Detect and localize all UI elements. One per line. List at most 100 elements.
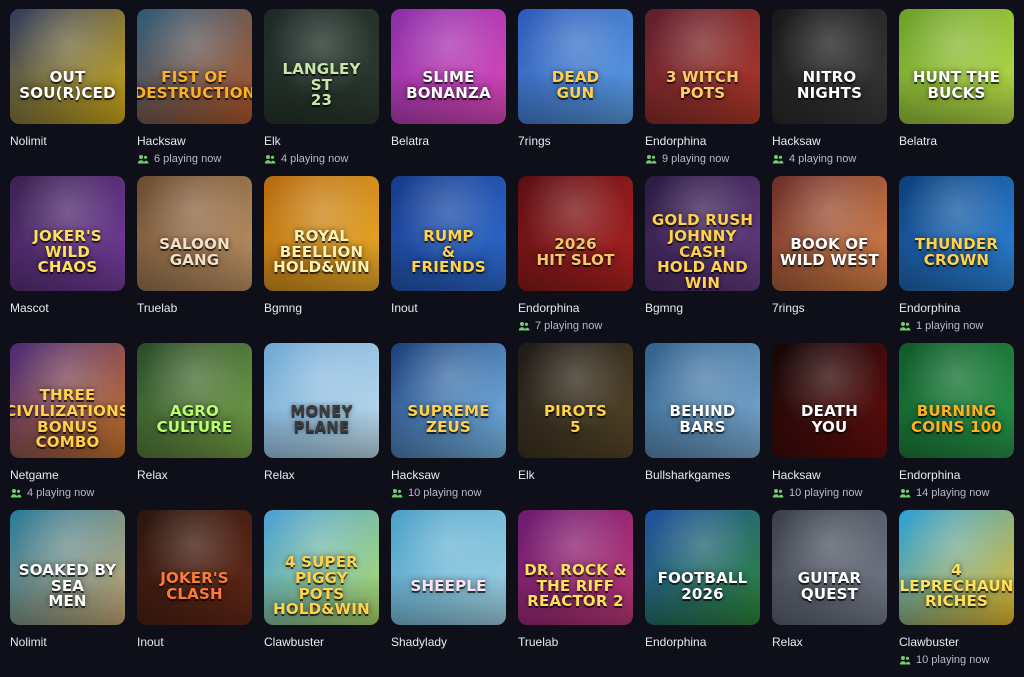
game-thumbnail[interactable]: DEAD GUN: [518, 9, 633, 124]
game-card[interactable]: MONEY PLANE Relax: [264, 343, 379, 510]
game-card[interactable]: 2026 HIT SLOT Endorphina 7 playing now: [518, 176, 633, 343]
game-thumbnail[interactable]: SOAKED BY SEA MEN: [10, 510, 125, 625]
provider-name: Endorphina: [645, 134, 707, 148]
game-card[interactable]: BEHIND BARS Bullsharkgames: [645, 343, 760, 510]
game-card[interactable]: LANGLEY ST 23 Elk 4 playing now: [264, 9, 379, 176]
game-thumbnail[interactable]: JOKER'S WILD CHAOS: [10, 176, 125, 291]
game-thumbnail[interactable]: DEATH YOU: [772, 343, 887, 458]
game-thumbnail[interactable]: BURNING COINS 100: [899, 343, 1014, 458]
game-thumbnail[interactable]: RUMP & FRIENDS: [391, 176, 506, 291]
people-icon: [899, 655, 911, 665]
game-thumbnail[interactable]: NITRO NIGHTS: [772, 9, 887, 124]
players-count: [772, 319, 887, 333]
game-thumbnail[interactable]: 4 SUPER PIGGY POTS HOLD&WIN: [264, 510, 379, 625]
people-icon: [645, 154, 657, 164]
game-card[interactable]: PIROTS 5 Elk: [518, 343, 633, 510]
game-logo: PIROTS 5: [543, 401, 608, 436]
game-thumbnail[interactable]: 2026 HIT SLOT: [518, 176, 633, 291]
game-thumbnail[interactable]: GOLD RUSH JOHNNY CASH HOLD AND WIN: [645, 176, 760, 291]
game-thumbnail[interactable]: HUNT the BUCKS: [899, 9, 1014, 124]
game-card[interactable]: SUPREME ZEUS Hacksaw 10 playing now: [391, 343, 506, 510]
game-thumbnail[interactable]: ROYAL BEELLION HOLD&WIN: [264, 176, 379, 291]
game-thumbnail[interactable]: LANGLEY ST 23: [264, 9, 379, 124]
game-thumbnail[interactable]: FOOTBALL 2026: [645, 510, 760, 625]
game-thumbnail[interactable]: SLIME BONANZA: [391, 9, 506, 124]
game-thumbnail[interactable]: THREE CIVILIZATIONS BONUS COMBO: [10, 343, 125, 458]
game-artwork: [772, 176, 887, 291]
game-thumbnail[interactable]: OUT SOU(R)CED: [10, 9, 125, 124]
game-card[interactable]: THUNDER CROWN Endorphina 1 playing now: [899, 176, 1014, 343]
game-card[interactable]: SHEEPLE Shadylady: [391, 510, 506, 677]
game-logo: 2026 HIT SLOT: [536, 234, 615, 269]
players-count: [391, 152, 506, 166]
game-card[interactable]: BURNING COINS 100 Endorphina 14 playing no…: [899, 343, 1014, 510]
game-card[interactable]: JOKER'S WILD CHAOS Mascot: [10, 176, 125, 343]
game-thumbnail[interactable]: JOKER'S CLASH: [137, 510, 252, 625]
game-logo: SALOON GANG: [159, 234, 230, 269]
players-count: [899, 152, 1014, 166]
players-text: 6 playing now: [154, 153, 222, 165]
game-card[interactable]: 4 SUPER PIGGY POTS HOLD&WIN Clawbuster: [264, 510, 379, 677]
game-card[interactable]: BOOK OF WILD WEST 7rings: [772, 176, 887, 343]
game-thumbnail[interactable]: SUPREME ZEUS: [391, 343, 506, 458]
game-logo: SLIME BONANZA: [406, 67, 491, 102]
game-card[interactable]: ROYAL BEELLION HOLD&WIN Bgmng: [264, 176, 379, 343]
game-thumbnail[interactable]: GUITAR QUEST: [772, 510, 887, 625]
game-logo: BURNING COINS 100: [910, 401, 1003, 436]
game-card[interactable]: FIST OF DESTRUCTION Hacksaw 6 playing now: [137, 9, 252, 176]
game-artwork: [772, 9, 887, 124]
game-card[interactable]: DR. ROCK & THE RIFF REACTOR 2 Truelab: [518, 510, 633, 677]
game-artwork: [772, 510, 887, 625]
game-card[interactable]: HUNT the BUCKS Belatra: [899, 9, 1014, 176]
game-thumbnail[interactable]: FIST OF DESTRUCTION: [137, 9, 252, 124]
provider-name: Bullsharkgames: [645, 468, 731, 482]
game-artwork: [899, 9, 1014, 124]
game-artwork: [391, 9, 506, 124]
game-card[interactable]: THREE CIVILIZATIONS BONUS COMBO Netgame 4 …: [10, 343, 125, 510]
players-count: [518, 653, 633, 667]
game-card[interactable]: 3 WITCH POTS Endorphina 9 playing now: [645, 9, 760, 176]
game-thumbnail[interactable]: BOOK OF WILD WEST: [772, 176, 887, 291]
game-thumbnail[interactable]: 4 LEPRECHAUN RICHES: [899, 510, 1014, 625]
game-thumbnail[interactable]: SHEEPLE: [391, 510, 506, 625]
game-artwork: [10, 9, 125, 124]
game-card[interactable]: JOKER'S CLASH Inout: [137, 510, 252, 677]
players-count: [645, 486, 760, 500]
game-card[interactable]: DEAD GUN 7rings: [518, 9, 633, 176]
provider-name: Elk: [518, 468, 535, 482]
game-thumbnail[interactable]: BEHIND BARS: [645, 343, 760, 458]
game-thumbnail[interactable]: DR. ROCK & THE RIFF REACTOR 2: [518, 510, 633, 625]
game-artwork: [899, 176, 1014, 291]
game-thumbnail[interactable]: SALOON GANG: [137, 176, 252, 291]
game-artwork: [264, 343, 379, 458]
players-count: [137, 486, 252, 500]
game-card[interactable]: SOAKED BY SEA MEN Nolimit: [10, 510, 125, 677]
game-card[interactable]: GOLD RUSH JOHNNY CASH HOLD AND WIN Bgmng: [645, 176, 760, 343]
game-artwork: [518, 176, 633, 291]
game-thumbnail[interactable]: 3 WITCH POTS: [645, 9, 760, 124]
game-card[interactable]: 4 LEPRECHAUN RICHES Clawbuster 10 playing …: [899, 510, 1014, 677]
provider-name: Hacksaw: [772, 134, 821, 148]
game-logo: GUITAR QUEST: [797, 568, 862, 603]
game-card[interactable]: DEATH YOU Hacksaw 10 playing now: [772, 343, 887, 510]
provider-name: Bgmng: [645, 301, 684, 315]
game-logo: AGRO CULTURE: [156, 401, 233, 436]
game-card[interactable]: NITRO NIGHTS Hacksaw 4 playing now: [772, 9, 887, 176]
game-grid: OUT SOU(R)CED Nolimit FIST OF DESTRUCTION H…: [10, 9, 1014, 677]
provider-name: Endorphina: [899, 468, 961, 482]
game-card[interactable]: OUT SOU(R)CED Nolimit: [10, 9, 125, 176]
game-card[interactable]: SALOON GANG Truelab: [137, 176, 252, 343]
game-thumbnail[interactable]: AGRO CULTURE: [137, 343, 252, 458]
game-thumbnail[interactable]: MONEY PLANE: [264, 343, 379, 458]
game-thumbnail[interactable]: PIROTS 5: [518, 343, 633, 458]
players-text: 1 playing now: [916, 320, 984, 332]
game-card[interactable]: GUITAR QUEST Relax: [772, 510, 887, 677]
game-card[interactable]: RUMP & FRIENDS Inout: [391, 176, 506, 343]
game-card[interactable]: AGRO CULTURE Relax: [137, 343, 252, 510]
game-logo: FIST OF DESTRUCTION: [137, 67, 252, 102]
game-card[interactable]: FOOTBALL 2026 Endorphina: [645, 510, 760, 677]
game-thumbnail[interactable]: THUNDER CROWN: [899, 176, 1014, 291]
game-logo: HUNT the BUCKS: [912, 67, 1001, 102]
game-card[interactable]: SLIME BONANZA Belatra: [391, 9, 506, 176]
provider-name: Clawbuster: [899, 635, 960, 649]
